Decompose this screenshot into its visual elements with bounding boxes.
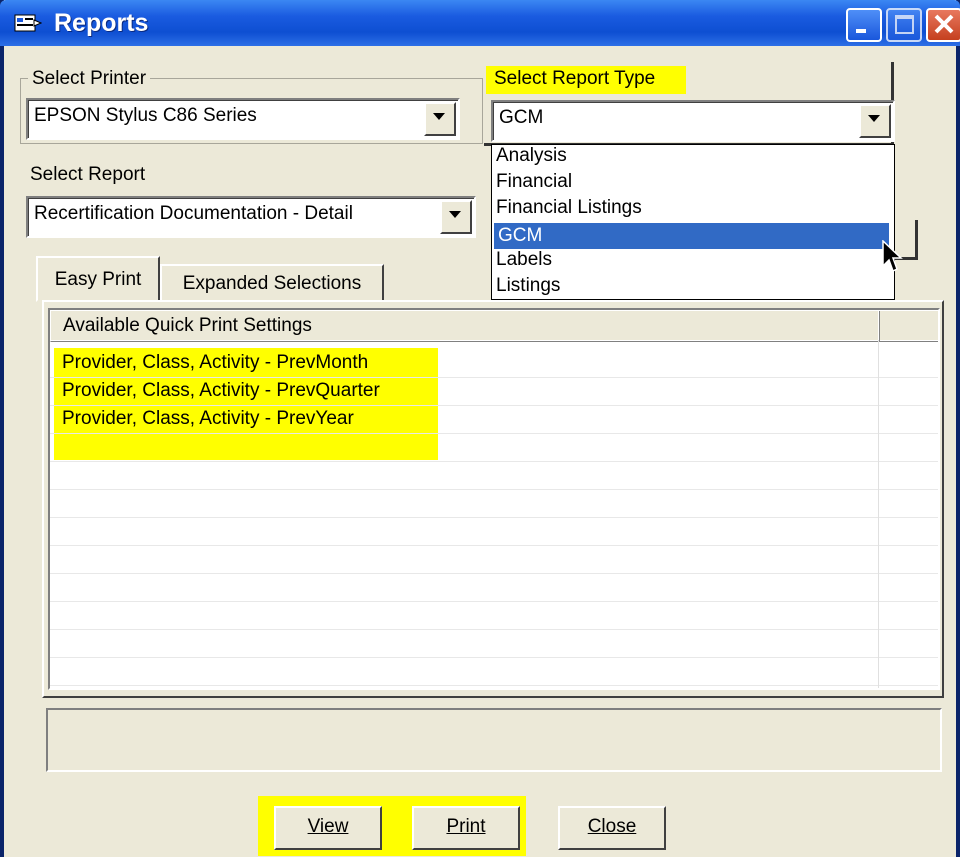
empty-row — [50, 462, 938, 490]
status-box — [46, 708, 942, 772]
option-gcm-selected[interactable]: GCM — [494, 223, 889, 249]
list-item-label: Provider, Class, Activity - PrevMonth — [62, 352, 369, 373]
report-select[interactable]: Recertification Documentation - Detail — [26, 196, 476, 238]
report-type-dropdown-button[interactable] — [859, 104, 891, 138]
empty-row — [50, 546, 938, 574]
empty-row — [50, 658, 938, 686]
empty-row — [50, 574, 938, 602]
chevron-down-icon — [868, 115, 880, 122]
report-type-select-value: GCM — [499, 107, 544, 128]
list-item[interactable]: Provider, Class, Activity - PrevYear — [50, 406, 938, 434]
print-button[interactable]: Print — [412, 806, 520, 850]
option-labels[interactable]: Labels — [496, 249, 552, 271]
window-title: Reports — [54, 9, 149, 37]
column-divider — [878, 340, 879, 688]
list-item-label: Provider, Class, Activity - PrevQuarter — [62, 380, 380, 401]
view-button[interactable]: View — [274, 806, 382, 850]
tab-easy-print[interactable]: Easy Print — [36, 256, 160, 302]
report-dropdown-button[interactable] — [440, 200, 472, 234]
maximize-icon — [895, 15, 914, 34]
empty-row — [50, 630, 938, 658]
empty-row — [50, 602, 938, 630]
option-analysis[interactable]: Analysis — [496, 145, 567, 167]
reports-app-icon — [14, 12, 43, 34]
option-financial[interactable]: Financial — [496, 171, 572, 193]
empty-row — [50, 518, 938, 546]
print-button-label: Print — [446, 816, 486, 837]
report-type-select[interactable]: GCM — [491, 100, 895, 142]
close-button[interactable]: Close — [558, 806, 666, 850]
empty-row — [50, 490, 938, 518]
minimize-icon — [856, 29, 866, 33]
option-gcm-label: GCM — [498, 225, 543, 246]
close-icon — [934, 14, 954, 34]
chevron-down-icon — [433, 113, 445, 120]
printer-select-value: EPSON Stylus C86 Series — [34, 105, 257, 126]
list-item[interactable]: Provider, Class, Activity - PrevQuarter — [50, 378, 938, 406]
minimize-button[interactable] — [846, 8, 882, 42]
printer-dropdown-button[interactable] — [424, 102, 456, 136]
column-header-blank[interactable] — [878, 310, 938, 342]
printer-select[interactable]: EPSON Stylus C86 Series — [26, 98, 460, 140]
column-header-quick-print[interactable]: Available Quick Print Settings — [50, 310, 880, 342]
option-financial-listings[interactable]: Financial Listings — [496, 197, 642, 219]
list-item-label: Provider, Class, Activity - PrevYear — [62, 408, 354, 429]
tab-expanded-selections[interactable]: Expanded Selections — [160, 264, 384, 302]
report-type-label: Select Report Type — [486, 66, 686, 94]
report-select-value: Recertification Documentation - Detail — [34, 203, 353, 224]
maximize-button[interactable] — [886, 8, 922, 42]
list-header: Available Quick Print Settings — [50, 310, 938, 342]
empty-row — [50, 434, 938, 462]
printer-group-label: Select Printer — [28, 68, 151, 90]
chevron-down-icon — [449, 211, 461, 218]
option-listings[interactable]: Listings — [496, 275, 560, 297]
report-type-dropdown-list[interactable]: Analysis Financial Financial Listings GC… — [491, 144, 895, 300]
quick-print-list[interactable]: Available Quick Print Settings Provider,… — [48, 308, 940, 690]
mouse-pointer-icon — [882, 240, 903, 273]
view-button-label: View — [307, 816, 349, 837]
report-label: Select Report — [30, 164, 146, 185]
list-item[interactable]: Provider, Class, Activity - PrevMonth — [50, 350, 938, 378]
close-button-label: Close — [587, 816, 637, 837]
column-header-label: Available Quick Print Settings — [63, 315, 312, 336]
close-window-button[interactable] — [926, 8, 962, 42]
